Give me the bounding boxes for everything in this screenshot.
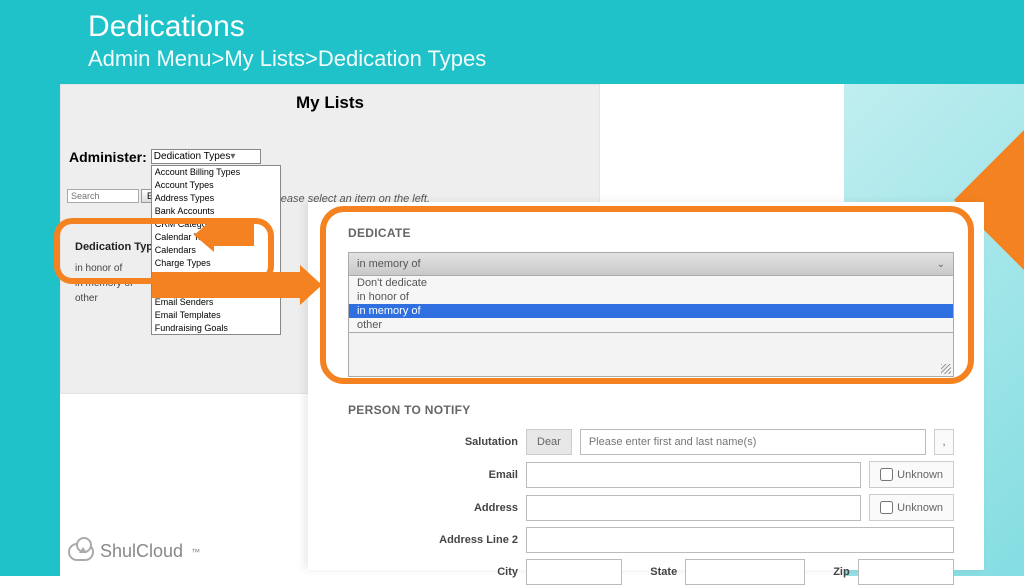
administer-label: Administer: <box>69 149 147 165</box>
dropdown-option[interactable]: in memory of <box>349 304 953 318</box>
dedicate-heading: DEDICATE <box>348 226 954 240</box>
email-input[interactable] <box>526 462 861 488</box>
salutation-prefix: Dear <box>526 429 572 455</box>
dedicate-dropdown[interactable]: in memory of⌄ <box>348 252 954 276</box>
dropdown-option[interactable]: CRM Category <box>152 218 280 231</box>
dropdown-option[interactable]: Account Types <box>152 179 280 192</box>
email-unknown-checkbox[interactable]: Unknown <box>869 461 954 488</box>
page-title: Dedications <box>88 10 1024 44</box>
notify-heading: PERSON TO NOTIFY <box>348 403 954 417</box>
zip-input[interactable] <box>858 559 954 585</box>
brand-logo: ShulCloud™ <box>68 541 200 562</box>
administer-dropdown-list[interactable]: Account Billing TypesAccount TypesAddres… <box>151 165 281 335</box>
dropdown-option[interactable]: Calendars <box>152 244 280 257</box>
city-label: City <box>348 566 518 578</box>
dropdown-option[interactable]: Calendar Tags <box>152 231 280 244</box>
dedicate-form-panel: DEDICATE in memory of⌄ Don't dedicatein … <box>308 202 984 570</box>
address2-label: Address Line 2 <box>348 534 518 546</box>
zip-label: Zip <box>833 566 850 578</box>
dropdown-option[interactable]: Address Types <box>152 192 280 205</box>
cloud-icon <box>68 543 94 561</box>
breadcrumb: Admin Menu>My Lists>Dedication Types <box>88 46 1024 72</box>
salutation-input[interactable] <box>580 429 926 455</box>
dropdown-option[interactable]: Email Senders <box>152 296 280 309</box>
dedicate-dropdown-list[interactable]: Don't dedicatein honor ofin memory ofoth… <box>348 276 954 333</box>
address-label: Address <box>348 502 518 514</box>
city-input[interactable] <box>526 559 622 585</box>
dropdown-option[interactable]: Email Templates <box>152 309 280 322</box>
salutation-suffix: , <box>934 429 954 455</box>
dropdown-option[interactable]: Charge Types <box>152 257 280 270</box>
email-label: Email <box>348 469 518 481</box>
dropdown-option[interactable]: other <box>349 318 953 332</box>
my-lists-title: My Lists <box>61 85 599 121</box>
dropdown-option[interactable]: Fundraising Goals <box>152 322 280 335</box>
administer-dropdown[interactable]: Dedication Types▾ <box>151 149 261 164</box>
dropdown-option[interactable]: Bank Accounts <box>152 205 280 218</box>
address-unknown-checkbox[interactable]: Unknown <box>869 494 954 521</box>
dropdown-option[interactable]: in honor of <box>349 290 953 304</box>
dropdown-option[interactable]: Don't dedicate <box>349 276 953 290</box>
state-input[interactable] <box>685 559 805 585</box>
chevron-down-icon: ⌄ <box>937 259 945 270</box>
dropdown-option[interactable]: Dedication Types <box>152 283 280 296</box>
slide-header: Dedications Admin Menu>My Lists>Dedicati… <box>0 0 1024 84</box>
address-input[interactable] <box>526 495 861 521</box>
state-label: State <box>650 566 677 578</box>
dedicate-textarea[interactable] <box>348 333 954 377</box>
chevron-down-icon: ▾ <box>230 151 235 162</box>
salutation-label: Salutation <box>348 436 518 448</box>
dropdown-option[interactable]: Content Templates <box>152 270 280 283</box>
search-input[interactable] <box>67 189 139 203</box>
resize-grip-icon[interactable] <box>941 364 951 374</box>
dropdown-option[interactable]: Account Billing Types <box>152 166 280 179</box>
address2-input[interactable] <box>526 527 954 553</box>
